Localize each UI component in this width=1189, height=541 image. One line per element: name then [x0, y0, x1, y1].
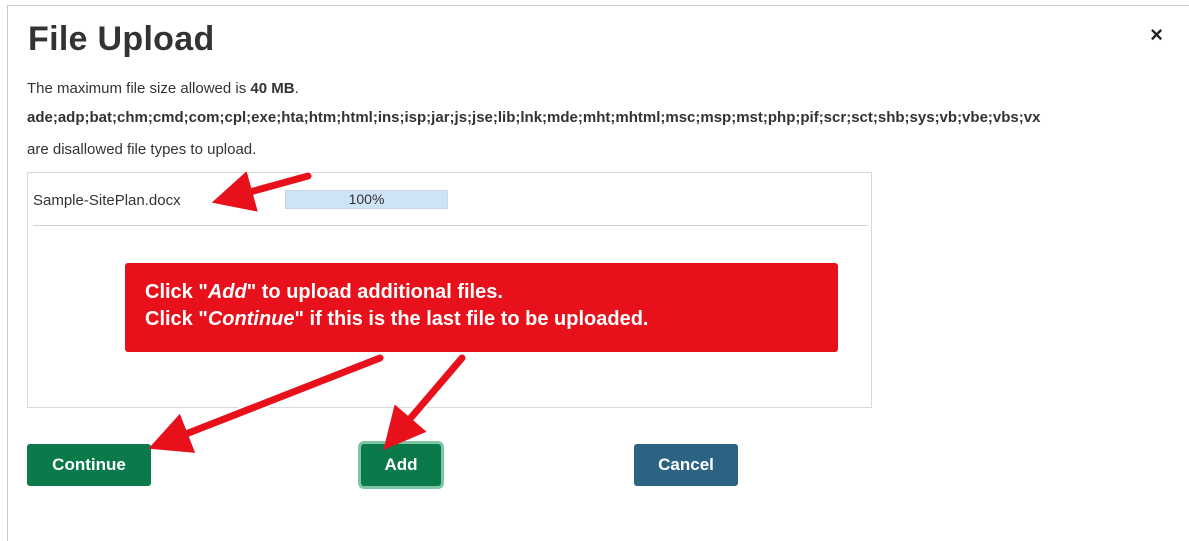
disallowed-types-list: ade;adp;bat;chm;cmd;com;cpl;exe;hta;htm;… [27, 109, 1041, 126]
close-icon[interactable]: × [1150, 24, 1163, 46]
disallowed-types-note: are disallowed file types to upload. [27, 141, 257, 158]
callout-line1-suffix: " to upload additional files. [246, 281, 503, 303]
row-divider [33, 225, 868, 226]
upload-progress-bar: 100% [285, 190, 448, 209]
dialog-title: File Upload [28, 20, 215, 58]
instruction-callout: Click "Add" to upload additional files. … [125, 263, 838, 352]
callout-line2-emphasis: Continue [207, 308, 295, 330]
max-size-suffix: . [294, 80, 299, 97]
file-name: Sample-SitePlan.docx [33, 192, 181, 209]
callout-line1-emphasis: Add [207, 281, 247, 303]
callout-line1-prefix: Click " [145, 281, 208, 303]
cancel-button[interactable]: Cancel [634, 444, 738, 486]
add-button[interactable]: Add [361, 444, 441, 486]
callout-line2-prefix: Click " [145, 308, 208, 330]
max-size-value: 40 MB [250, 80, 295, 97]
max-size-prefix: The maximum file size allowed is [27, 80, 251, 97]
max-size-text: The maximum file size allowed is 40 MB. [27, 80, 299, 97]
callout-line2-suffix: " if this is the last file to be uploade… [294, 308, 649, 330]
callout-line-add: Click "Add" to upload additional files. [145, 279, 838, 306]
callout-line-continue: Click "Continue" if this is the last fil… [145, 306, 838, 333]
upload-progress-text: 100% [348, 191, 385, 207]
file-row: Sample-SitePlan.docx 100% [28, 173, 871, 225]
continue-button[interactable]: Continue [27, 444, 151, 486]
